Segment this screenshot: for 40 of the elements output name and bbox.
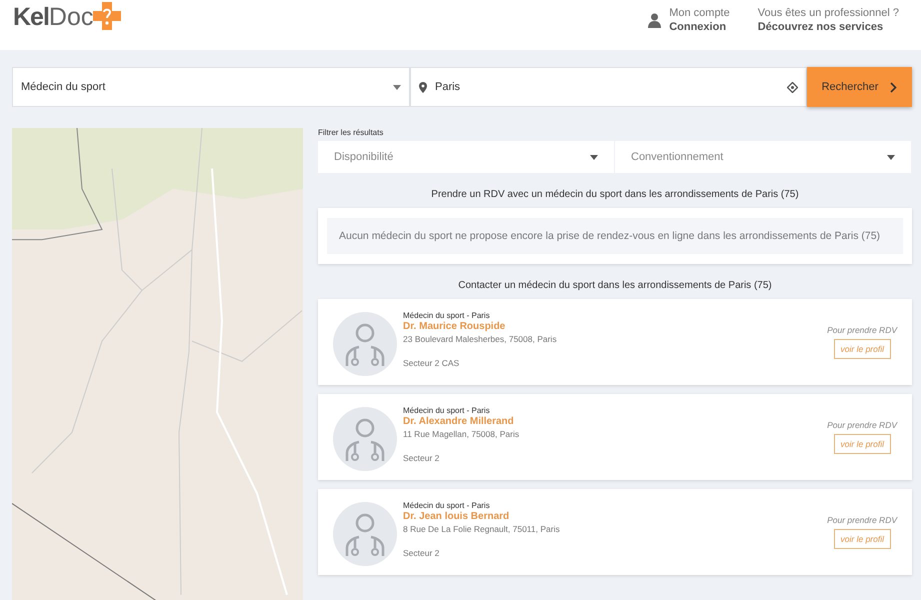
doctor-address: 11 Rue Magellan, 75008, Paris [403,429,520,439]
doctor-sector: Secteur 2 CAS [403,358,460,368]
doctor-address: 23 Boulevard Malesherbes, 75008, Paris [403,334,558,344]
empty-message: Aucun médecin du sport ne propose encore la prise de rendez-vous en ligne dans les arrondissements de Paris (75) [327,218,903,254]
section-heading: Contacter un médecin du sport dans les arrondissements de Paris (75) [457,280,773,291]
booking-hint: Pour prendre RDV [827,420,897,430]
doctor-avatar-icon [333,312,397,376]
location-field[interactable]: Paris [410,67,807,107]
specialty-select[interactable]: Médecin du sport [12,67,410,107]
doctor-specialty: Médecin du sport - Paris [403,406,491,415]
pin-icon [419,82,427,92]
account-link[interactable]: Mon compte Connexion [669,6,730,34]
doctor-name[interactable]: Dr. Alexandre Millerand [403,416,828,427]
locate-icon[interactable] [787,82,798,92]
chevron-icon [890,82,898,92]
doctor-avatar-icon [333,502,397,566]
doctor-sector: Secteur 2 [403,548,440,558]
profile-button[interactable]: voir le profil [834,434,891,454]
filter-select[interactable]: Disponibilité [318,141,615,173]
booking-hint: Pour prendre RDV [827,325,897,335]
keldoc-logo[interactable]: KelDoc [13,2,124,32]
doctor-name[interactable]: Dr. Maurice Rouspide [403,321,828,332]
doctor-specialty: Médecin du sport - Paris [403,311,491,320]
doctor-sector: Secteur 2 [403,453,440,463]
filter-label: Filtrer les résultats [318,128,384,137]
search-button[interactable]: Rechercher [807,67,912,107]
doctor-avatar-icon [333,407,397,471]
filter-select[interactable]: Conventionnement [615,141,912,173]
user-icon [648,12,662,28]
doctor-specialty: Médecin du sport - Paris [403,501,491,510]
caret-icon [887,154,895,160]
pro-link[interactable]: Vous êtes un professionnel ? Découvrez nos services [758,6,899,34]
section-heading: Prendre un RDV avec un médecin du sport dans les arrondissements de Paris (75) [430,189,800,200]
profile-button[interactable]: voir le profil [834,529,891,549]
doctor-address: 8 Rue De La Folie Regnault, 75011, Paris [403,524,561,534]
profile-button[interactable]: voir le profil [834,339,891,359]
caret-icon [590,154,598,160]
caret-icon [393,84,401,90]
booking-hint: Pour prendre RDV [827,515,897,525]
doctor-name[interactable]: Dr. Jean louis Bernard [403,511,828,522]
